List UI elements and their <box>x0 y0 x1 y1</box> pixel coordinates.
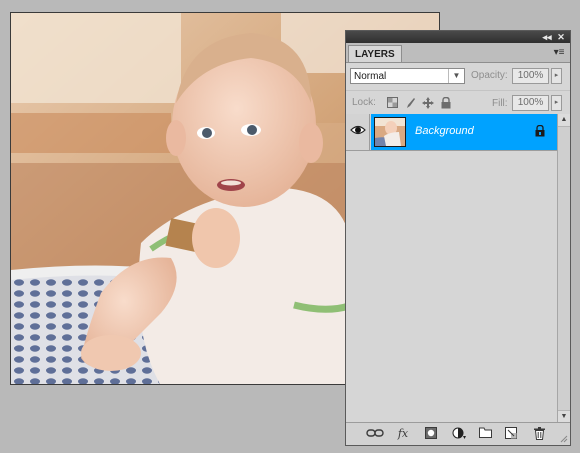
chevron-down-icon: ▼ <box>448 69 464 83</box>
fill-field[interactable]: 100% <box>512 95 549 111</box>
eye-icon <box>350 125 366 135</box>
opacity-label: Opacity: <box>471 70 508 81</box>
layer-thumbnail <box>374 117 406 147</box>
layer-row[interactable]: Background <box>346 114 557 151</box>
visibility-toggle[interactable] <box>346 114 370 150</box>
delete-layer-icon[interactable] <box>530 427 548 441</box>
new-layer-icon[interactable] <box>502 427 520 441</box>
add-mask-icon[interactable] <box>422 427 440 441</box>
resize-grip-icon[interactable] <box>560 435 568 443</box>
close-icon[interactable]: ✕ <box>554 31 568 43</box>
lock-label: Lock: <box>352 97 376 108</box>
link-layers-icon[interactable] <box>366 427 384 441</box>
layers-panel: ◂◂ ✕ LAYERS ▾≡ Normal ▼ Opacity: 100% ▸ … <box>345 30 571 446</box>
lock-transparent-icon[interactable] <box>386 97 398 109</box>
lock-image-icon[interactable] <box>404 97 416 109</box>
blend-mode-value: Normal <box>354 71 387 82</box>
blend-opacity-row: Normal ▼ Opacity: 100% ▸ <box>346 63 570 91</box>
fill-label: Fill: <box>492 98 508 109</box>
layer-name[interactable]: Background <box>415 125 474 137</box>
double-chevron-icon[interactable]: ◂◂ <box>540 31 554 43</box>
panel-title-bar[interactable]: ◂◂ ✕ <box>346 31 570 43</box>
opacity-slider-button[interactable]: ▸ <box>551 68 562 84</box>
layers-list: Background <box>346 114 557 423</box>
tab-layers[interactable]: LAYERS <box>348 45 402 62</box>
panel-menu-icon[interactable]: ▾≡ <box>552 47 566 58</box>
lock-icon <box>535 124 545 140</box>
new-group-icon[interactable] <box>476 427 494 441</box>
scroll-up-icon[interactable]: ▲ <box>558 114 570 127</box>
opacity-field[interactable]: 100% <box>512 68 549 84</box>
fx-icon[interactable]: fx <box>394 427 412 441</box>
layer-selected-area[interactable]: Background <box>371 114 557 150</box>
layers-bottom-toolbar: fx <box>346 422 570 445</box>
adjustment-layer-icon[interactable] <box>450 427 468 441</box>
panel-tab-row: LAYERS ▾≡ <box>346 43 570 63</box>
blend-mode-select[interactable]: Normal ▼ <box>350 68 465 84</box>
lock-fill-row: Lock: Fill: 100% ▸ <box>346 91 570 116</box>
layers-scrollbar[interactable]: ▲ ▼ <box>557 114 570 423</box>
lock-position-icon[interactable] <box>422 97 434 109</box>
lock-all-icon[interactable] <box>440 96 452 109</box>
fill-slider-button[interactable]: ▸ <box>551 95 562 111</box>
